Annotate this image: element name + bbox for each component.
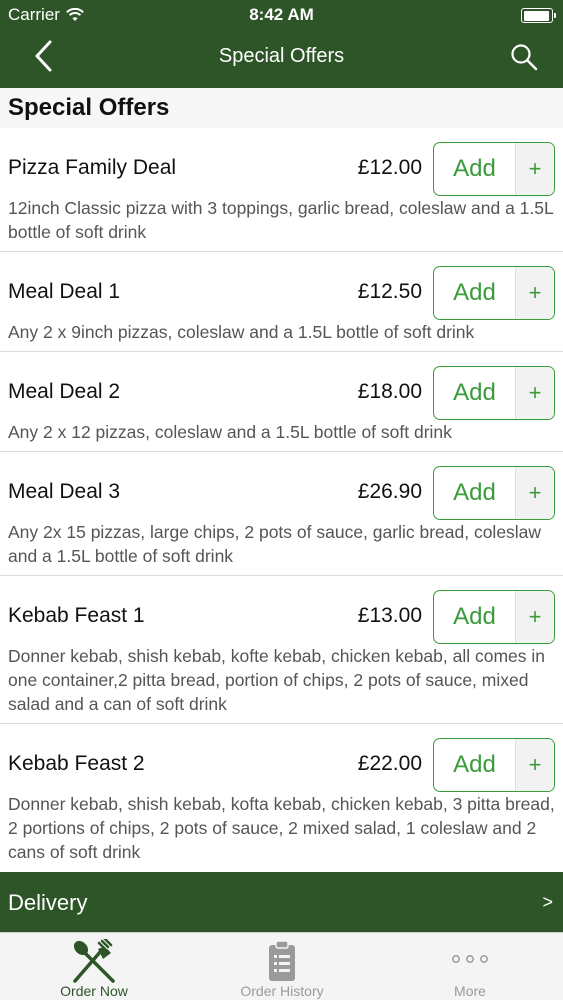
list-item: Meal Deal 2 £18.00 Add + Any 2 x 12 pizz… bbox=[0, 352, 563, 452]
add-label: Add bbox=[453, 279, 496, 306]
add-button[interactable]: Add + bbox=[433, 590, 555, 644]
item-price: £12.50 bbox=[357, 280, 422, 303]
status-time: 8:42 AM bbox=[249, 5, 314, 24]
tab-bar: Order Now Order History More bbox=[0, 932, 563, 1000]
tab-label: More bbox=[454, 983, 486, 999]
plus-icon: + bbox=[515, 367, 554, 419]
list-item: Meal Deal 3 £26.90 Add + Any 2x 15 pizza… bbox=[0, 452, 563, 576]
list-item: Meal Deal 1 £12.50 Add + Any 2 x 9inch p… bbox=[0, 252, 563, 352]
battery-icon bbox=[521, 8, 556, 23]
add-button[interactable]: Add + bbox=[433, 366, 555, 420]
add-button[interactable]: Add + bbox=[433, 142, 555, 196]
add-button[interactable]: Add + bbox=[433, 738, 555, 792]
delivery-bar[interactable]: Delivery > bbox=[0, 872, 563, 932]
plus-icon: + bbox=[515, 467, 554, 519]
list-item: Kebab Feast 2 £22.00 Add + Donner kebab,… bbox=[0, 724, 563, 872]
add-label: Add bbox=[453, 603, 496, 630]
top-bar: Carrier 8:42 AM Special Offers bbox=[0, 0, 563, 88]
item-name: Kebab Feast 1 bbox=[8, 604, 145, 627]
item-name: Pizza Family Deal bbox=[8, 156, 177, 179]
plus-icon: + bbox=[515, 143, 554, 195]
add-label: Add bbox=[453, 479, 496, 506]
item-description: Donner kebab, shish kebab, kofte kebab, … bbox=[8, 646, 545, 714]
item-description: 12inch Classic pizza with 3 toppings, ga… bbox=[8, 198, 554, 242]
clipboard-icon bbox=[269, 940, 295, 981]
more-dots-icon bbox=[452, 955, 488, 963]
section-header: Special Offers bbox=[0, 88, 563, 128]
item-price: £26.90 bbox=[357, 480, 422, 503]
add-button[interactable]: Add + bbox=[433, 466, 555, 520]
add-label: Add bbox=[453, 155, 496, 182]
status-bar: Carrier 8:42 AM bbox=[0, 0, 563, 30]
add-button[interactable]: Add + bbox=[433, 266, 555, 320]
nav-title: Special Offers bbox=[218, 45, 345, 67]
item-name: Meal Deal 2 bbox=[8, 380, 121, 403]
item-name: Meal Deal 1 bbox=[8, 280, 121, 303]
item-description: Any 2 x 12 pizzas, coleslaw and a 1.5L b… bbox=[8, 422, 452, 442]
list-item: Pizza Family Deal £12.00 Add + 12inch Cl… bbox=[0, 128, 563, 252]
section-title: Special Offers bbox=[8, 94, 170, 121]
delivery-label: Delivery bbox=[8, 890, 88, 915]
plus-icon: + bbox=[515, 267, 554, 319]
nav-bar: Special Offers bbox=[0, 30, 563, 88]
tab-more[interactable]: More bbox=[376, 933, 563, 1000]
tab-order-history[interactable]: Order History bbox=[188, 933, 376, 1000]
item-price: £22.00 bbox=[357, 752, 422, 775]
list-item: Kebab Feast 1 £13.00 Add + Donner kebab,… bbox=[0, 576, 563, 724]
item-description: Any 2 x 9inch pizzas, coleslaw and a 1.5… bbox=[8, 322, 475, 342]
offers-list: Pizza Family Deal £12.00 Add + 12inch Cl… bbox=[0, 128, 563, 872]
item-price: £12.00 bbox=[357, 156, 422, 179]
plus-icon: + bbox=[515, 591, 554, 643]
tab-label: Order History bbox=[240, 983, 324, 999]
item-name: Meal Deal 3 bbox=[8, 480, 121, 503]
item-price: £18.00 bbox=[357, 380, 422, 403]
chevron-right-icon: > bbox=[542, 892, 553, 912]
item-description: Donner kebab, shish kebab, kofta kebab, … bbox=[8, 794, 555, 862]
tab-order-now[interactable]: Order Now bbox=[0, 933, 188, 1000]
add-label: Add bbox=[453, 751, 496, 778]
item-price: £13.00 bbox=[357, 604, 422, 627]
item-name: Kebab Feast 2 bbox=[8, 752, 145, 775]
fork-knife-icon bbox=[73, 939, 115, 983]
item-description: Any 2x 15 pizzas, large chips, 2 pots of… bbox=[8, 522, 542, 566]
plus-icon: + bbox=[515, 739, 554, 791]
tab-label: Order Now bbox=[60, 983, 128, 999]
search-icon[interactable] bbox=[509, 42, 539, 72]
add-label: Add bbox=[453, 379, 496, 406]
